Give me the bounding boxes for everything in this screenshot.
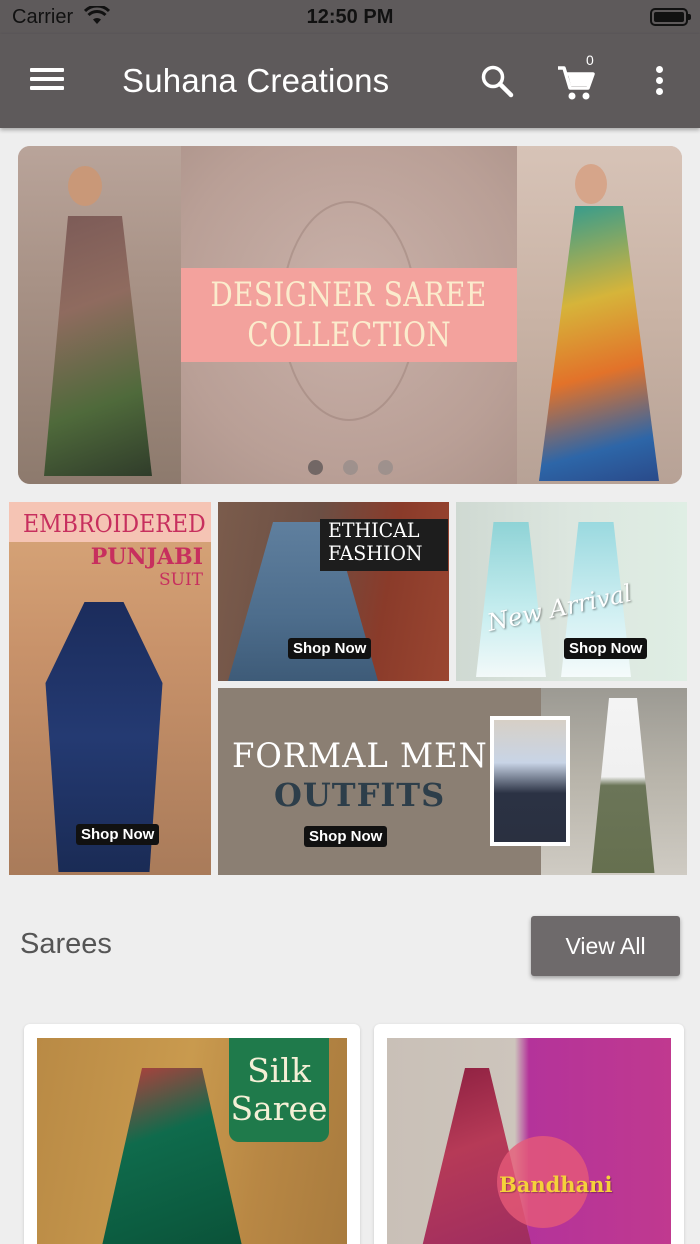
product-card[interactable]: Bandhani [374,1024,684,1244]
promo-ethical-line1: ETHICAL [328,518,420,542]
cart-count-badge: 0 [586,52,594,68]
ethical-fashion-label: ETHICAL FASHION [320,519,448,571]
promo-formal-line2: OUTFITS [274,776,446,814]
banner-carousel[interactable]: DESIGNER SAREE COLLECTION [18,146,682,484]
status-time: 12:50 PM [306,6,394,28]
banner-model-left-image [18,146,181,484]
battery-icon [650,8,691,26]
silk-label-line2: Saree [230,1089,328,1128]
status-bar: Carrier 12:50 PM [0,0,700,34]
product-image-silk-saree: Silk Saree [37,1038,347,1244]
shop-now-button[interactable]: Shop Now [304,826,388,847]
product-card[interactable]: Silk Saree [24,1024,360,1244]
section-title-sarees: Sarees [20,928,112,960]
promo-punjabi-line2: PUNJABI [90,544,203,570]
banner-model-right-image [517,146,682,484]
shop-now-button[interactable]: Shop Now [564,638,648,659]
hamburger-menu-icon[interactable] [30,68,64,94]
promo-punjabi-line3: SUIT [158,570,203,590]
carousel-dot[interactable] [342,460,358,475]
formal-outfit-photo [490,716,570,846]
promo-tile-new-arrival[interactable]: New Arrival Shop Now [456,502,687,681]
product-image-bandhani: Bandhani [387,1038,671,1244]
shop-now-button[interactable]: Shop Now [76,824,160,845]
silk-saree-label: Silk Saree [229,1038,329,1142]
banner-title-line2: COLLECTION [247,315,451,355]
more-options-icon[interactable] [646,66,672,98]
silk-label-line1: Silk [247,1051,311,1090]
carousel-indicator [18,460,682,475]
shop-now-button[interactable]: Shop Now [288,638,372,659]
carousel-dot[interactable] [377,460,393,475]
promo-tile-punjabi-suit[interactable]: EMBROIDERED PUNJABI SUIT Shop Now [9,502,211,875]
banner-title: DESIGNER SAREE COLLECTION [181,268,517,362]
carousel-dot[interactable] [307,460,323,475]
app-bar: Suhana Creations 0 [0,34,700,128]
promo-tile-ethical-fashion[interactable]: ETHICAL FASHION Shop Now [218,502,449,681]
promo-punjabi-line1: EMBROIDERED [23,510,206,538]
cart-icon[interactable] [556,64,596,102]
banner-title-line1: DESIGNER SAREE [210,275,488,315]
promo-tile-formal-men[interactable]: FORMAL MEN OUTFITS Shop Now [218,688,687,875]
search-icon[interactable] [480,64,514,98]
promo-formal-line1: FORMAL MEN [232,736,488,776]
promo-ethical-line2: FASHION [328,541,423,565]
view-all-button[interactable]: View All [531,916,680,976]
app-title: Suhana Creations [122,62,390,99]
bandhani-label: Bandhani [499,1172,613,1197]
